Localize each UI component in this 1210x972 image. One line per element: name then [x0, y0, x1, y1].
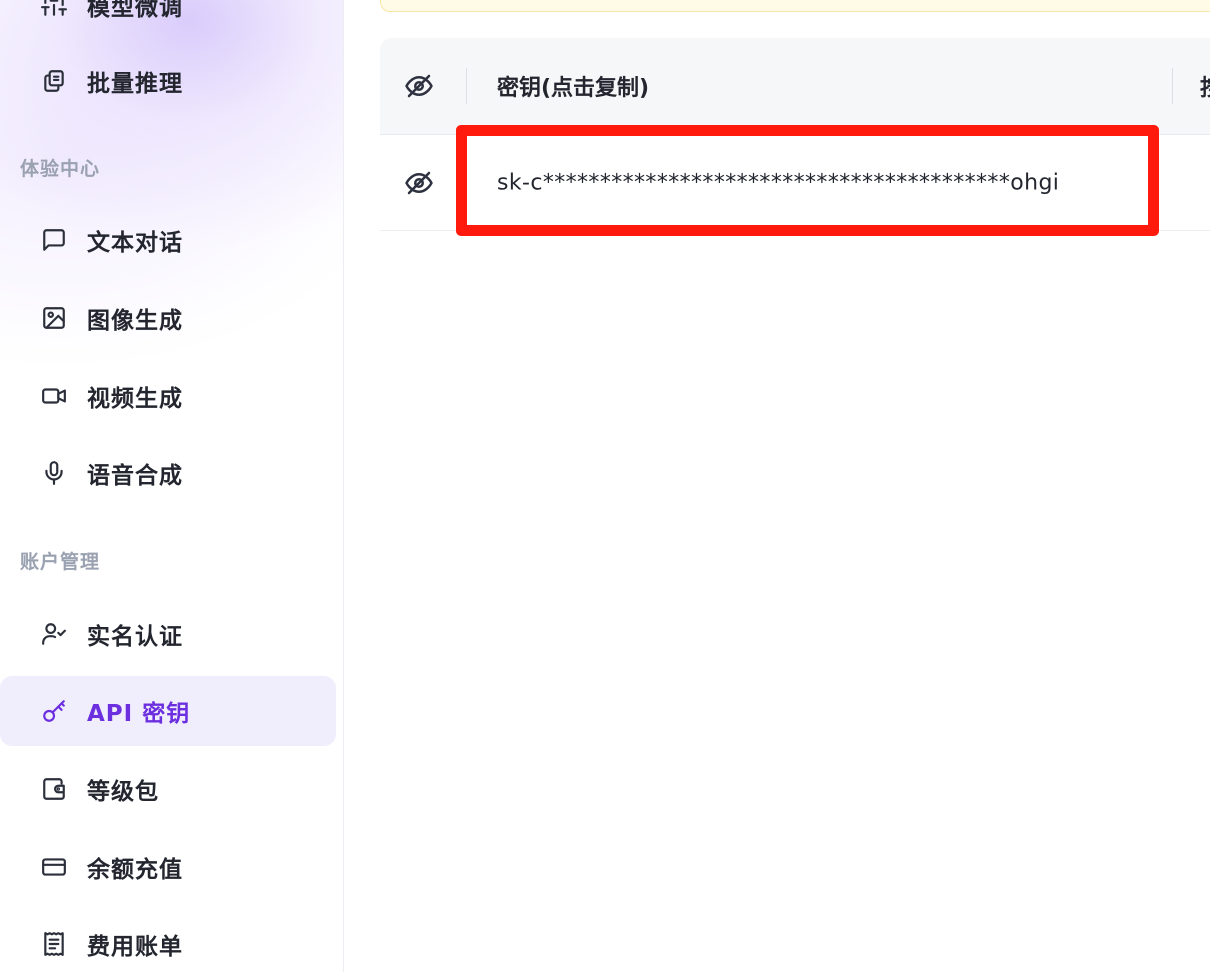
section-title-experience: 体验中心: [20, 158, 101, 180]
section-title-account: 账户管理: [20, 551, 101, 573]
receipt-icon: [40, 930, 68, 958]
api-key-value[interactable]: sk-c************************************…: [497, 170, 1059, 195]
column-divider: [1172, 68, 1173, 104]
notice-banner: [380, 0, 1210, 12]
sidebar-item-label: 余额充值: [87, 857, 183, 883]
wallet-icon: [40, 775, 68, 803]
app-root: 模型微调 批量推理 体验中心 文本对话 图像生成 视频生成 语音合成 账户管理 …: [0, 0, 1210, 972]
column-divider: [466, 68, 467, 104]
sidebar-item-label: API 密钥: [87, 701, 191, 727]
sidebar-item-video-generation[interactable]: 视频生成: [0, 361, 336, 431]
sidebar-item-model-finetune[interactable]: 模型微调: [0, 0, 336, 40]
sidebar-item-image-generation[interactable]: 图像生成: [0, 283, 336, 353]
sliders-icon: [40, 0, 68, 19]
sidebar-item-label: 语音合成: [87, 463, 183, 489]
eye-off-icon[interactable]: [402, 166, 436, 200]
sidebar-item-label: 视频生成: [87, 386, 183, 412]
sidebar-item-real-name-auth[interactable]: 实名认证: [0, 599, 336, 669]
sidebar-item-label: 费用账单: [87, 934, 183, 960]
column-header-key[interactable]: 密钥(点击复制): [497, 70, 649, 102]
sidebar-item-speech-synthesis[interactable]: 语音合成: [0, 438, 336, 508]
sidebar-item-label: 实名认证: [87, 624, 183, 650]
video-icon: [40, 382, 68, 410]
sidebar-item-balance-recharge[interactable]: 余额充值: [0, 832, 336, 902]
column-header-next[interactable]: 按: [1200, 70, 1210, 102]
sidebar-item-billing[interactable]: 费用账单: [0, 909, 336, 972]
mic-icon: [40, 459, 68, 487]
copy-icon: [40, 67, 68, 95]
sidebar-item-label: 图像生成: [87, 308, 183, 334]
table-row: sk-c************************************…: [380, 135, 1210, 231]
image-icon: [40, 304, 68, 332]
sidebar: 模型微调 批量推理 体验中心 文本对话 图像生成 视频生成 语音合成 账户管理 …: [0, 0, 344, 972]
sidebar-item-level-package[interactable]: 等级包: [0, 754, 336, 824]
api-keys-table: 密钥(点击复制) 按 sk-c*************************…: [380, 38, 1210, 231]
table-header: 密钥(点击复制) 按: [380, 38, 1210, 135]
credit-card-icon: [40, 853, 68, 881]
sidebar-item-text-chat[interactable]: 文本对话: [0, 205, 336, 275]
key-icon: [40, 697, 68, 725]
sidebar-item-label: 批量推理: [87, 71, 183, 97]
message-square-icon: [40, 226, 68, 254]
sidebar-item-label: 等级包: [87, 779, 159, 805]
sidebar-item-label: 文本对话: [87, 230, 183, 256]
eye-off-icon[interactable]: [402, 69, 436, 103]
user-check-icon: [40, 620, 68, 648]
sidebar-item-label: 模型微调: [87, 0, 183, 21]
sidebar-item-batch-inference[interactable]: 批量推理: [0, 46, 336, 116]
sidebar-item-api-keys[interactable]: API 密钥: [0, 676, 336, 746]
